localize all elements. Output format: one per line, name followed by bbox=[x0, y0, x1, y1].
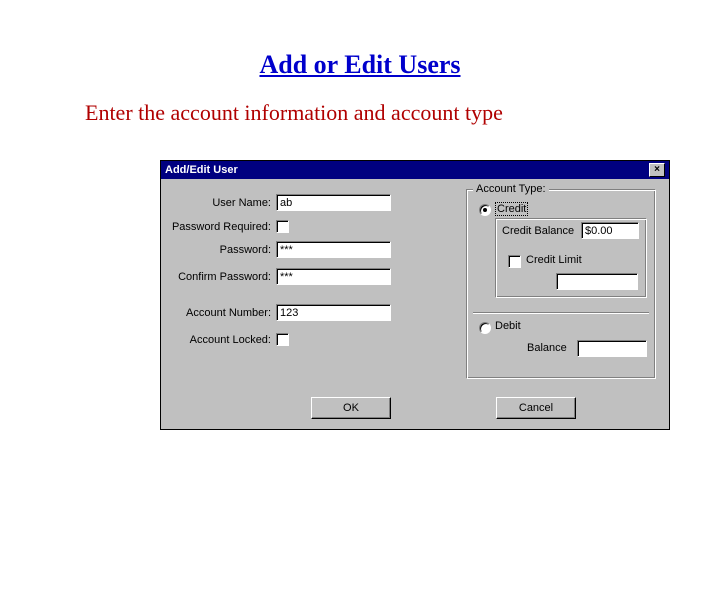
add-edit-user-dialog: Add/Edit User × User Name: Password Requ… bbox=[160, 160, 670, 430]
credit-radio[interactable] bbox=[479, 204, 491, 216]
cancel-button[interactable]: Cancel bbox=[496, 397, 576, 419]
account-locked-label: Account Locked: bbox=[161, 334, 271, 346]
credit-limit-input[interactable] bbox=[556, 273, 638, 290]
dialog-title: Add/Edit User bbox=[165, 161, 238, 179]
close-button[interactable]: × bbox=[649, 163, 665, 177]
page-subtitle: Enter the account information and accoun… bbox=[85, 100, 720, 126]
debit-balance-label: Balance bbox=[527, 342, 567, 354]
account-type-legend: Account Type: bbox=[473, 183, 549, 195]
ok-button[interactable]: OK bbox=[311, 397, 391, 419]
account-number-input[interactable] bbox=[276, 304, 391, 321]
password-label: Password: bbox=[161, 244, 271, 256]
page-title: Add or Edit Users bbox=[0, 50, 720, 80]
credit-subgroup: Credit Balance Credit Limit bbox=[495, 218, 647, 298]
debit-radio[interactable] bbox=[479, 322, 491, 334]
debit-radio-label: Debit bbox=[495, 320, 521, 332]
dialog-titlebar: Add/Edit User × bbox=[161, 161, 669, 179]
account-number-label: Account Number: bbox=[161, 307, 271, 319]
credit-balance-label: Credit Balance bbox=[502, 225, 574, 237]
account-type-group: Account Type: Credit Credit Balance Cred… bbox=[466, 189, 656, 379]
debit-balance-input[interactable] bbox=[577, 340, 647, 357]
confirm-password-label: Confirm Password: bbox=[161, 271, 271, 283]
password-required-label: Password Required: bbox=[161, 221, 271, 233]
credit-balance-input[interactable] bbox=[581, 222, 639, 239]
credit-limit-label: Credit Limit bbox=[526, 254, 582, 266]
user-name-label: User Name: bbox=[161, 197, 271, 209]
group-separator bbox=[473, 312, 649, 314]
password-input[interactable] bbox=[276, 241, 391, 258]
confirm-password-input[interactable] bbox=[276, 268, 391, 285]
credit-limit-checkbox[interactable] bbox=[508, 255, 521, 268]
user-name-input[interactable] bbox=[276, 194, 391, 211]
password-required-checkbox[interactable] bbox=[276, 220, 289, 233]
account-locked-checkbox[interactable] bbox=[276, 333, 289, 346]
credit-radio-label: Credit bbox=[495, 202, 528, 216]
